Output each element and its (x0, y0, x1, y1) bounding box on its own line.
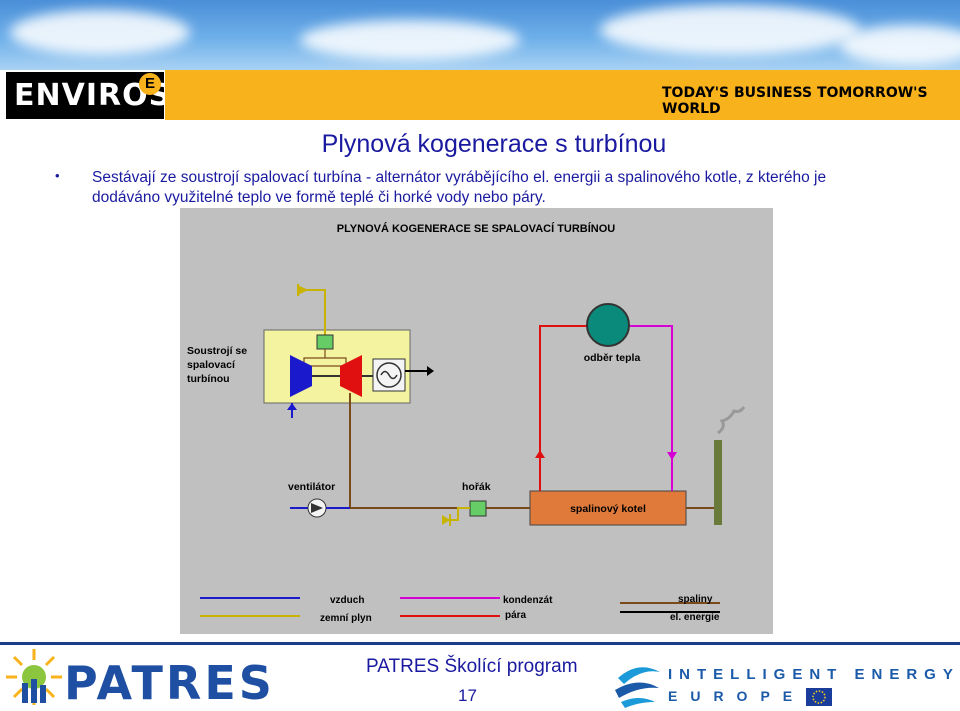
slide-title: Plynová kogenerace s turbínou (321, 130, 667, 158)
page-number: 17 (458, 686, 477, 705)
valve-turbine (316, 334, 334, 350)
turbine-label-1: Soustrojí se (187, 345, 247, 357)
tagline: TODAY'S BUSINESS TOMORROW'S WORLD (662, 85, 928, 117)
bullet-text-line1: Sestávají ze soustrojí spalovací turbína… (92, 169, 827, 186)
patres-sun-icon (6, 649, 62, 705)
intelligent-energy-text: INTELLIGENT ENERGY (668, 666, 960, 683)
turbine-label-2: spalovací (187, 359, 236, 371)
legend-label-gas: zemní plyn (320, 613, 372, 624)
turbine-label-3: turbínou (187, 373, 230, 385)
footer-divider (0, 642, 960, 645)
europe-text: EUROPE (668, 688, 806, 704)
eu-flag-icon (806, 688, 832, 706)
legend-label-condensate: kondenzát (503, 595, 553, 606)
footer-program: PATRES Školící program (366, 656, 578, 677)
boiler-label: spalinový kotel (570, 503, 646, 515)
intelligent-energy-icon (615, 667, 660, 708)
enviros-logo-mark: E (139, 73, 161, 95)
header-sky-banner (0, 0, 960, 70)
cogeneration-diagram: PLYNOVÁ KOGENERACE SE SPALOVACÍ TURBÍNOU… (180, 208, 773, 634)
heat-consumer (586, 303, 630, 347)
legend-label-steam: pára (505, 610, 527, 621)
diagram-background (180, 208, 773, 634)
chimney (714, 440, 722, 525)
heat-label: odběr tepla (584, 352, 641, 364)
burner-label: hořák (462, 481, 491, 493)
bullet-text-line2: dodáváno využitelné teplo ve formě teplé… (92, 189, 546, 206)
valve-burner (469, 500, 487, 517)
legend-label-flue: spaliny (678, 594, 713, 605)
diagram-title: PLYNOVÁ KOGENERACE SE SPALOVACÍ TURBÍNOU (337, 222, 616, 235)
patres-logo: PATRES (64, 656, 275, 710)
bullet-text: Sestávají ze soustrojí spalovací turbína… (92, 168, 892, 208)
fan-label: ventilátor (288, 481, 335, 493)
legend-label-electric: el. energie (670, 612, 720, 623)
legend-label-air: vzduch (330, 595, 364, 606)
bullet-marker: • (55, 168, 60, 183)
